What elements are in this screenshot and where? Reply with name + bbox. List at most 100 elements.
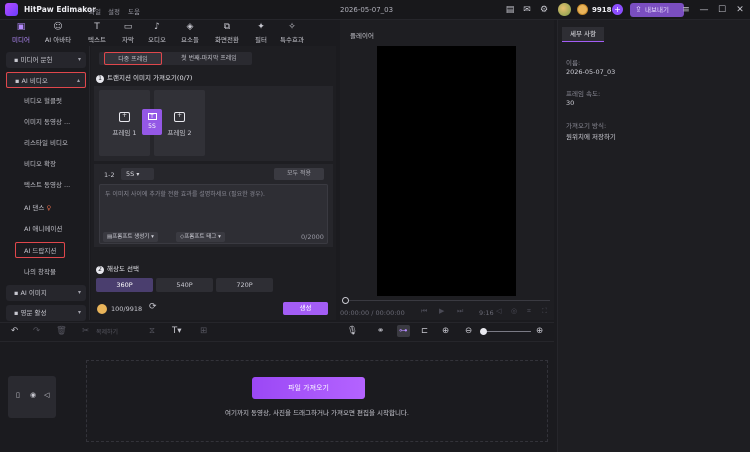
redo-icon[interactable]: ↷ (33, 325, 40, 337)
app-name: HitPaw Edimakor (24, 5, 96, 14)
aspect-ratio[interactable]: 9:16 (479, 309, 494, 317)
tab-ai-avatar[interactable]: ☺ AI 아바타 (40, 20, 76, 44)
tab-media[interactable]: ▣ 미디어 (3, 20, 39, 44)
text-tool-icon[interactable]: T▾ (172, 325, 181, 337)
scrub-bar[interactable] (345, 300, 550, 301)
prompt-tags-button[interactable]: ◇프롬프트 태그 ▾ (176, 232, 225, 242)
microphone-icon[interactable]: 🎙 (347, 325, 358, 337)
project-title: 2026-05-07_03 (340, 6, 394, 14)
sidebar-item-media-library[interactable]: ▪ 미디어 문헌 ▾ (6, 52, 86, 68)
add-credits-icon[interactable]: + (612, 4, 623, 15)
apply-all-button[interactable]: 모두 적용 (274, 168, 324, 180)
duration-select[interactable]: 5S ▾ (121, 168, 154, 180)
ratio-icon[interactable]: ⊞ (200, 325, 207, 337)
scrub-handle[interactable] (342, 297, 349, 304)
menu-settings[interactable]: 설정 (108, 6, 120, 16)
app-logo (5, 3, 18, 16)
sidebar-item-text-to-video[interactable]: 텍스트 동영상 ... (16, 177, 86, 193)
magnet-icon[interactable]: ⊶ (397, 325, 410, 337)
chevron-down-icon: ▾ (77, 309, 81, 316)
step-label: 해상도 선택 (107, 265, 139, 273)
tab-transition[interactable]: ⧉ 화면전환 (209, 20, 245, 44)
audio-icon: ♪ (154, 22, 160, 32)
timeline-drop-zone[interactable] (86, 360, 548, 442)
sidebar-item-ai-video[interactable]: ▪ AI 비디오 ▴ (6, 72, 86, 88)
tab-first-last-frame[interactable]: 첫 번째-마지막 프레임 (169, 52, 249, 65)
transition-marker[interactable]: T 5S (142, 109, 162, 135)
sidebar-item-my-creations[interactable]: 나의 창작물 (16, 264, 86, 280)
maximize-icon[interactable]: ☐ (715, 3, 729, 17)
sidebar-label: AI 댄스 (24, 204, 45, 212)
name-value: 2026-05-07_03 (566, 68, 616, 76)
freeze-icon[interactable]: ⧖ (149, 325, 155, 337)
sidebar-item-ai-dance[interactable]: AI 댄스 ♀ (16, 200, 86, 216)
refresh-icon[interactable]: ⟳ (149, 302, 157, 312)
play-icon[interactable]: ▶ (439, 307, 444, 315)
player-title: 플레이어 (350, 32, 374, 40)
tab-label: AI 아바타 (44, 36, 72, 44)
sidebar-item-video-restyle[interactable]: 비디오 헐클럿 (16, 93, 86, 109)
snap-icon[interactable]: ⊏ (421, 325, 428, 337)
duplicate-label[interactable]: 복제하기 (96, 327, 118, 336)
sidebar-item-ai-transition[interactable]: AI 드랍지션 (15, 242, 65, 258)
track-type-icon: ▯ (16, 391, 20, 399)
delete-icon[interactable]: 🗑 (56, 325, 67, 337)
sidebar-item-video-extend[interactable]: 비디오 확장 (16, 156, 86, 172)
undo-icon[interactable]: ↶ (11, 325, 18, 337)
link-icon[interactable]: ⚭ (377, 325, 384, 337)
menu-file[interactable]: 파일 (89, 6, 101, 16)
tab-elements[interactable]: ◈ 요소들 (172, 20, 208, 44)
split-icon[interactable]: ✂ (82, 325, 89, 337)
minimize-icon[interactable]: — (697, 3, 711, 17)
chevron-down-icon: ▾ (77, 56, 81, 63)
crop-icon[interactable]: ⌗ (527, 307, 531, 316)
settings-icon[interactable]: ⚙ (538, 4, 550, 16)
visibility-icon[interactable]: ◉ (30, 391, 36, 399)
sidebar-item-image-to-video[interactable]: 이미지 동영상 ... (16, 114, 86, 130)
dance-icon: ♀ (44, 204, 52, 212)
resolution-540p[interactable]: 540P (156, 278, 213, 292)
tab-details[interactable]: 세부 사항 (562, 27, 604, 42)
mute-icon[interactable]: ◁ (44, 391, 49, 399)
add-image-icon: + (174, 112, 185, 122)
video-preview[interactable] (377, 46, 516, 296)
main-tabs: ▣ 미디어 ☺ AI 아바타 T 텍스트 ▭ 자막 ♪ 오디오 ◈ 요소들 ⧉ 화면전환 ✦ 필… (0, 20, 337, 44)
tab-label: 화면전환 (215, 36, 239, 44)
sidebar-item-ai-image[interactable]: ▪ AI 이미지 ▾ (6, 285, 86, 301)
volume-icon[interactable]: ◁ (496, 307, 501, 315)
button-label: 프롬프트 태그 (184, 234, 217, 240)
feedback-icon[interactable]: ▤ (504, 4, 516, 16)
add-image-icon: + (119, 112, 130, 122)
menu-icon[interactable]: ≡ (679, 3, 693, 17)
avatar[interactable] (558, 3, 571, 16)
sidebar-item-ai-animation[interactable]: AI 애니메이션 (16, 221, 86, 237)
coin-icon (97, 304, 107, 314)
zoom-in-icon[interactable]: ⊕ (536, 325, 543, 337)
export-button[interactable]: ⇪ 내보내기 (630, 3, 684, 17)
tab-effects[interactable]: ✧ 특수효과 (274, 20, 310, 44)
resolution-360p[interactable]: 360P (96, 278, 153, 292)
fit-icon[interactable]: ⊕ (442, 325, 449, 337)
import-method-value: 원위치에 저장하기 (566, 133, 616, 141)
close-icon[interactable]: ✕ (733, 3, 747, 17)
chevron-down-icon: ▾ (77, 289, 81, 296)
next-frame-icon[interactable]: ⏭ (457, 307, 463, 316)
prev-frame-icon[interactable]: ⏮ (421, 307, 427, 316)
tab-audio[interactable]: ♪ 오디오 (139, 20, 175, 44)
sidebar-item-restyle-video[interactable]: 리스타일 비디오 (16, 135, 86, 151)
menu-help[interactable]: 도움 (128, 6, 140, 16)
prompt-generator-button[interactable]: ▤프롬프트 생성기 ▾ (103, 232, 158, 242)
import-files-button[interactable]: 파일 가져오기 (252, 377, 365, 399)
zoom-slider[interactable] (483, 331, 531, 332)
sidebar-item-drawing[interactable]: ▪ 영문 활성 ▾ (6, 305, 86, 321)
zoom-handle[interactable] (480, 328, 487, 335)
duration-value: 5S (126, 170, 135, 178)
tab-multi-frame[interactable]: 다중 프레임 (104, 52, 162, 65)
fullscreen-icon[interactable]: ⛶ (542, 307, 547, 316)
generate-button[interactable]: 생성 (283, 302, 328, 315)
resolution-720p[interactable]: 720P (216, 278, 273, 292)
mail-icon[interactable]: ✉ (521, 4, 533, 16)
snapshot-icon[interactable]: ◎ (511, 307, 517, 315)
range-label: 1-2 (104, 171, 115, 179)
zoom-out-icon[interactable]: ⊖ (465, 325, 472, 337)
